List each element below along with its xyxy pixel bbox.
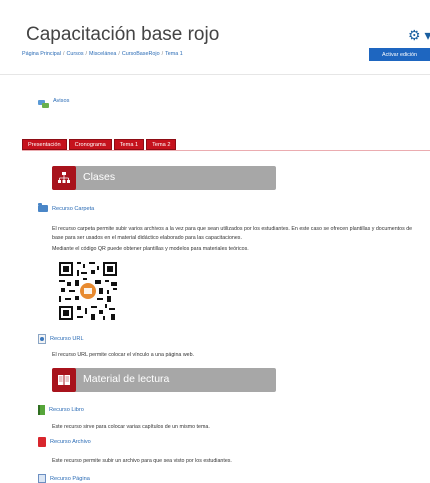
- tab-tema-1[interactable]: Tema 1: [113, 139, 145, 150]
- tab-underline: [22, 150, 430, 151]
- book-icon: [38, 405, 45, 415]
- resource-folder-link[interactable]: Recurso Carpeta: [38, 203, 95, 212]
- section-tabs: Presentación Cronograma Tema 1 Tema 2: [22, 139, 177, 150]
- book-open-icon: [52, 368, 76, 392]
- resource-folder-qr-note: Mediante el código QR puede obtener plan…: [52, 246, 249, 252]
- resource-page-label: Recurso Página: [50, 475, 90, 482]
- section-title-material-de-lectura: Material de lectura: [83, 373, 170, 385]
- resource-file-link[interactable]: Recurso Archivo: [38, 437, 91, 447]
- resource-page-link[interactable]: Recurso Página: [38, 474, 90, 483]
- breadcrumb-item-course[interactable]: CursoBaseRojo: [122, 51, 160, 57]
- news-forum-label: Avisos: [53, 97, 70, 104]
- resource-url-link[interactable]: Recurso URL: [38, 334, 84, 344]
- breadcrumb-separator: /: [62, 51, 65, 57]
- forum-icon: [38, 96, 49, 108]
- breadcrumb-separator: /: [85, 51, 88, 57]
- url-icon: [38, 334, 46, 344]
- tab-presentacion[interactable]: Presentación: [22, 139, 67, 150]
- resource-folder-description: El recurso carpeta permite subir varios …: [52, 226, 413, 241]
- breadcrumb-separator: /: [118, 51, 120, 57]
- resource-url-label: Recurso URL: [50, 336, 84, 342]
- file-icon: [38, 437, 46, 447]
- course-title: Capacitación base rojo: [26, 24, 220, 45]
- page-header: Capacitación base rojo ⚙ ▾ Página Princi…: [0, 0, 430, 70]
- breadcrumb-item-courses[interactable]: Cursos: [66, 51, 83, 57]
- sitemap-icon: [52, 166, 76, 190]
- turn-editing-on-button[interactable]: Activar edición: [369, 48, 430, 61]
- header-divider: [0, 74, 430, 75]
- folder-icon: [38, 203, 48, 212]
- resource-file-label: Recurso Archivo: [50, 439, 91, 445]
- tab-tema-2[interactable]: Tema 2: [146, 139, 177, 150]
- breadcrumb-separator: /: [161, 51, 164, 57]
- news-forum-link[interactable]: Avisos: [38, 96, 70, 108]
- section-banner-clases: Clases: [52, 166, 276, 190]
- resource-book-description: Este recurso sirve para colocar varias c…: [52, 424, 210, 430]
- qr-code-image: [57, 260, 119, 322]
- breadcrumb-item-home[interactable]: Página Principal: [22, 51, 61, 57]
- tab-cronograma[interactable]: Cronograma: [68, 139, 112, 150]
- resource-file-description: Este recurso permite subir un archivo pa…: [52, 458, 232, 464]
- section-title-clases: Clases: [83, 171, 116, 183]
- resource-book-label: Recurso Libro: [49, 407, 84, 413]
- section-banner-material-de-lectura: Material de lectura: [52, 368, 276, 392]
- page-icon: [38, 474, 46, 483]
- resource-folder-label: Recurso Carpeta: [52, 205, 95, 212]
- resource-book-link[interactable]: Recurso Libro: [38, 405, 84, 415]
- breadcrumb: Página Principal / Cursos / Miscelánea / Curso…: [22, 51, 183, 57]
- resource-url-description: El recurso URL permite colocar el víncul…: [52, 352, 195, 358]
- breadcrumb-item-section[interactable]: Tema 1: [165, 51, 183, 57]
- breadcrumb-item-category[interactable]: Miscelánea: [89, 51, 116, 57]
- gear-icon[interactable]: ⚙ ▾: [408, 27, 430, 44]
